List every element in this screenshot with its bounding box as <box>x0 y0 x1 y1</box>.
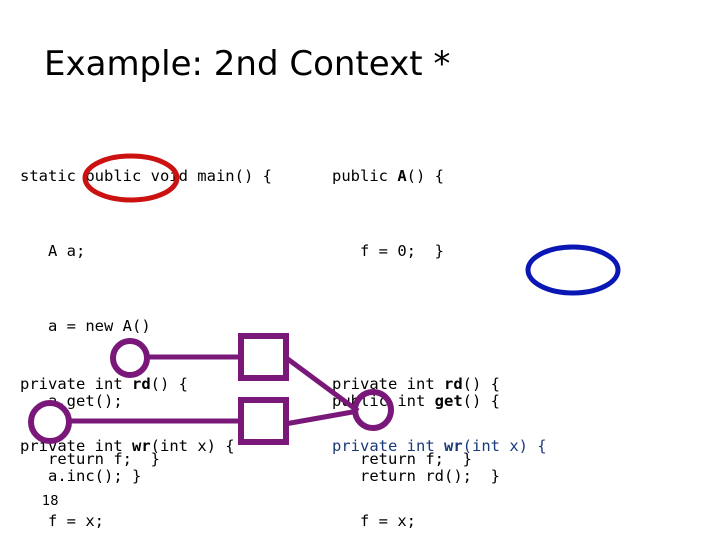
code-span: private int <box>20 437 132 455</box>
code-span: () { <box>406 167 444 185</box>
method-name-A: A <box>397 167 407 185</box>
code-line: f = x; <box>332 512 416 530</box>
page-number: 18 <box>42 494 59 509</box>
method-name-wr: wr <box>443 437 463 455</box>
code-line: f = x; <box>20 512 104 530</box>
code-line: private int wr(int x) { <box>20 434 235 459</box>
left-wr-method-code: private int wr(int x) { f = x; return x;… <box>20 384 235 540</box>
code-line: private int wr(int x) { <box>332 434 547 459</box>
page-title: Example: 2nd Context * <box>44 44 451 84</box>
code-span: (int x) { <box>462 437 547 455</box>
code-span: public <box>332 167 398 185</box>
code-line: public A() { <box>332 164 631 189</box>
code-line: A a; <box>20 242 86 260</box>
slide-canvas: Example: 2nd Context * static public voi… <box>0 0 720 540</box>
code-span: (int x) { <box>150 437 235 455</box>
code-span: private int <box>332 437 444 455</box>
code-line: f = 0; } <box>332 242 444 260</box>
method-name-wr: wr <box>131 437 151 455</box>
code-line: static public void main() { <box>20 167 272 185</box>
right-wr-method-code: private int wr(int x) { f = x; return x;… <box>332 384 547 540</box>
